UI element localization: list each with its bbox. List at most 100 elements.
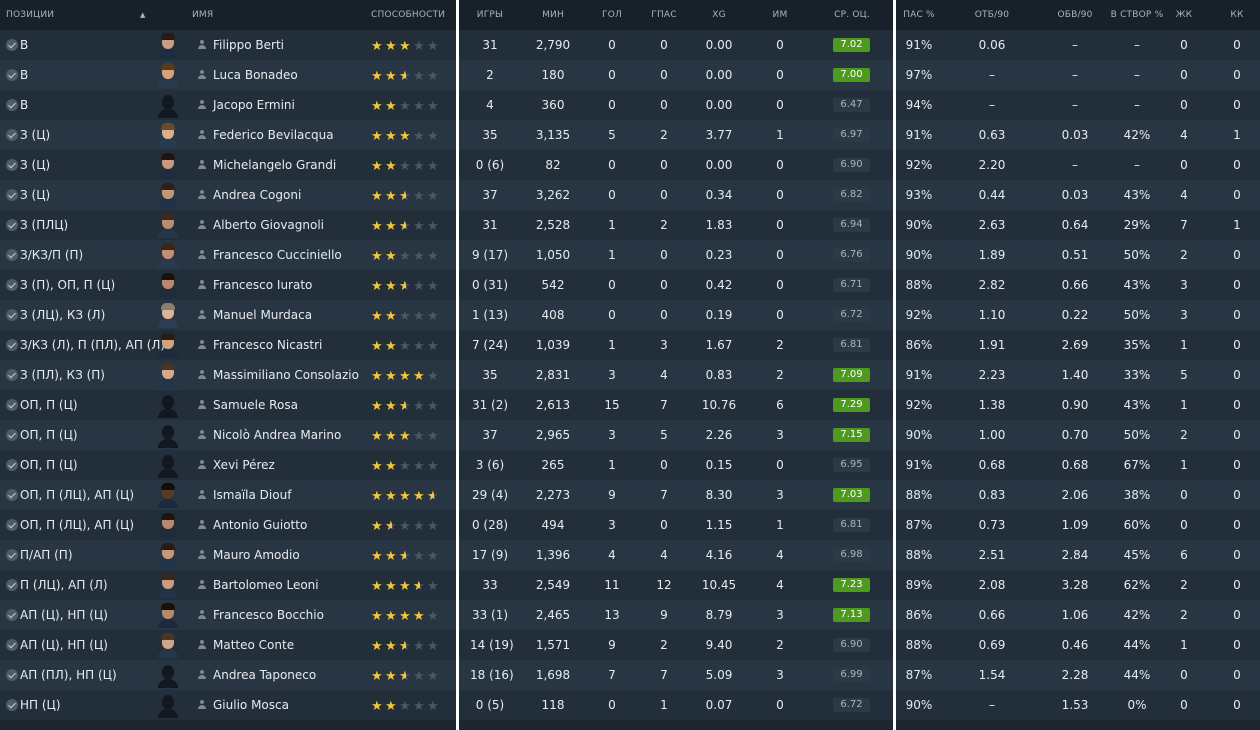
select-checkbox[interactable] <box>6 699 18 711</box>
table-row[interactable]: З (ПЛЦ) Alberto Giovagnoli ★ ★ ★ ★ ★ ★ 31 2,528 1 2… <box>0 210 1260 240</box>
table-row[interactable]: ОП, П (Ц) Xevi Pérez ★ ★ ★ ★ ★ 3 (6) 265 1 0 0.15 0 9… <box>0 450 1260 480</box>
header-tackles-90[interactable]: ОТБ/90 <box>970 0 1014 30</box>
header-apps[interactable]: ИГРЫ <box>470 0 510 30</box>
select-checkbox[interactable] <box>6 579 18 591</box>
sort-ascending-icon[interactable]: ▲ <box>140 0 146 30</box>
table-row[interactable]: В Filippo Berti ★ ★ ★ ★ ★ 31 2,790 0 0 0.00 0 91% 0.06… <box>0 30 1260 60</box>
header-goals[interactable]: ГОЛ <box>597 0 627 30</box>
player-name[interactable]: Ismaïla Diouf <box>213 480 291 510</box>
select-checkbox[interactable] <box>6 549 18 561</box>
select-checkbox[interactable] <box>6 669 18 681</box>
player-name[interactable]: Manuel Murdaca <box>213 300 312 330</box>
red-cards-cell: 0 <box>1233 518 1241 532</box>
player-name[interactable]: Michelangelo Grandi <box>213 150 336 180</box>
select-checkbox[interactable] <box>6 99 18 111</box>
select-checkbox[interactable] <box>6 609 18 621</box>
player-photo <box>155 182 181 208</box>
header-pom[interactable]: ИМ <box>765 0 795 30</box>
table-row[interactable]: АП (ПЛ), НП (Ц) Andrea Taponeco ★ ★ ★ ★ ★ ★ 18 (… <box>0 660 1260 690</box>
table-row[interactable]: АП (Ц), НП (Ц) Francesco Bocchio ★ ★ ★ ★ ★ 33 (… <box>0 600 1260 630</box>
person-icon <box>197 580 207 590</box>
table-row[interactable]: ОП, П (Ц) Samuele Rosa ★ ★ ★ ★ ★ ★ 31 (2) 2,613 15… <box>0 390 1260 420</box>
select-checkbox[interactable] <box>6 309 18 321</box>
table-row[interactable]: ОП, П (ЛЦ), АП (Ц) Ismaïla Diouf ★ ★ ★ ★ ★ ★ 29 … <box>0 480 1260 510</box>
player-name[interactable]: Francesco Iurato <box>213 270 312 300</box>
player-name[interactable]: Andrea Taponeco <box>213 660 316 690</box>
select-checkbox[interactable] <box>6 339 18 351</box>
star-empty-icon: ★ <box>413 129 425 144</box>
player-name[interactable]: Federico Bevilacqua <box>213 120 334 150</box>
player-name[interactable]: Samuele Rosa <box>213 390 298 420</box>
red-cards-cell: 0 <box>1233 278 1241 292</box>
header-avg-rating[interactable]: СР. ОЦ. <box>828 0 876 30</box>
player-name[interactable]: Nicolò Andrea Marino <box>213 420 341 450</box>
table-row[interactable]: З (Ц) Andrea Cogoni ★ ★ ★ ★ ★ ★ 37 3,262 0 0 0.34 0 93… <box>0 180 1260 210</box>
table-row[interactable]: З (ЛЦ), КЗ (Л) Manuel Murdaca ★ ★ ★ ★ ★ 1 (13) 4… <box>0 300 1260 330</box>
player-name[interactable]: Bartolomeo Leoni <box>213 570 319 600</box>
player-name[interactable]: Giulio Mosca <box>213 690 289 720</box>
table-row[interactable]: В Jacopo Ermini ★ ★ ★ ★ ★ 4 360 0 0 0.00 0 94% – – –0 0 6.… <box>0 90 1260 120</box>
select-checkbox[interactable] <box>6 519 18 531</box>
player-name[interactable]: Massimiliano Consolazio <box>213 360 359 390</box>
select-checkbox[interactable] <box>6 249 18 261</box>
player-name[interactable]: Xevi Pérez <box>213 450 275 480</box>
table-row[interactable]: П/АП (П) Mauro Amodio ★ ★ ★ ★ ★ ★ 17 (9) 1,396 4 4 4… <box>0 540 1260 570</box>
header-pass-pct[interactable]: ПАС % <box>898 0 940 30</box>
table-row[interactable]: П (ЛЦ), АП (Л) Bartolomeo Leoni ★ ★ ★ ★ ★ ★ 33 2,… <box>0 570 1260 600</box>
select-checkbox[interactable] <box>6 639 18 651</box>
table-row[interactable]: З/КЗ (Л), П (ПЛ), АП (Л) Francesco Nicast… <box>0 330 1260 360</box>
shots-on-target-cell: 29% <box>1123 218 1151 232</box>
header-assists[interactable]: ГПАС <box>644 0 684 30</box>
player-name[interactable]: Filippo Berti <box>213 30 284 60</box>
table-row[interactable]: З/КЗ/П (П) Francesco Cucciniello ★ ★ ★ ★ ★ 9 (1… <box>0 240 1260 270</box>
select-checkbox[interactable] <box>6 69 18 81</box>
select-checkbox[interactable] <box>6 189 18 201</box>
star-empty-icon: ★ <box>399 309 411 324</box>
star-full-icon: ★ <box>385 159 397 174</box>
star-full-icon: ★ <box>385 99 397 114</box>
player-name[interactable]: Matteo Conte <box>213 630 294 660</box>
table-row[interactable]: НП (Ц) Giulio Mosca ★ ★ ★ ★ ★ 0 (5) 118 0 1 0.07 0 90… <box>0 690 1260 720</box>
player-name[interactable]: Jacopo Ermini <box>213 90 295 120</box>
select-checkbox[interactable] <box>6 399 18 411</box>
player-name[interactable]: Francesco Cucciniello <box>213 240 342 270</box>
table-row[interactable]: ОП, П (ЛЦ), АП (Ц) Antonio Guiotto ★ ★ ★ ★ ★ ★ 0… <box>0 510 1260 540</box>
select-checkbox[interactable] <box>6 459 18 471</box>
header-red-cards[interactable]: КК <box>1226 0 1248 30</box>
header-name[interactable]: ИМЯ <box>192 0 213 30</box>
person-icon <box>197 340 207 350</box>
select-checkbox[interactable] <box>6 219 18 231</box>
select-checkbox[interactable] <box>6 159 18 171</box>
player-name[interactable]: Andrea Cogoni <box>213 180 301 210</box>
table-row[interactable]: АП (Ц), НП (Ц) Matteo Conte ★ ★ ★ ★ ★ ★ 14 (19) 1… <box>0 630 1260 660</box>
header-xg[interactable]: XG <box>699 0 739 30</box>
player-name[interactable]: Luca Bonadeo <box>213 60 298 90</box>
header-mins[interactable]: МИН <box>528 0 578 30</box>
avg-rating-badge: 7.03 <box>833 488 870 502</box>
select-checkbox[interactable] <box>6 279 18 291</box>
player-name[interactable]: Francesco Bocchio <box>213 600 324 630</box>
select-checkbox[interactable] <box>6 39 18 51</box>
player-name[interactable]: Mauro Amodio <box>213 540 300 570</box>
header-dribbles-90[interactable]: ОБВ/90 <box>1053 0 1097 30</box>
select-checkbox[interactable] <box>6 429 18 441</box>
table-row[interactable]: З (ПЛ), КЗ (П) Massimiliano Consolazio ★ ★ ★… <box>0 360 1260 390</box>
player-name[interactable]: Alberto Giovagnoli <box>213 210 324 240</box>
header-yellow-cards[interactable]: ЖК <box>1173 0 1195 30</box>
person-icon <box>197 280 207 290</box>
dribbles-90-cell: 2.28 <box>1061 668 1089 682</box>
table-row[interactable]: ОП, П (Ц) Nicolò Andrea Marino ★ ★ ★ ★ ★ 37 2,96… <box>0 420 1260 450</box>
assists-cell: 7 <box>660 668 668 682</box>
table-row[interactable]: З (Ц) Michelangelo Grandi ★ ★ ★ ★ ★ 0 (6) 82 0 0 0.… <box>0 150 1260 180</box>
select-checkbox[interactable] <box>6 369 18 381</box>
header-ability[interactable]: СПОСОБНОСТИ <box>371 0 445 30</box>
select-checkbox[interactable] <box>6 489 18 501</box>
player-name[interactable]: Antonio Guiotto <box>213 510 307 540</box>
select-checkbox[interactable] <box>6 129 18 141</box>
header-positions[interactable]: ПОЗИЦИИ <box>6 0 54 30</box>
table-row[interactable]: З (Ц) Federico Bevilacqua ★ ★ ★ ★ ★ 35 3,135 5 2 3.… <box>0 120 1260 150</box>
player-name[interactable]: Francesco Nicastri <box>213 330 322 360</box>
header-shots-on-target-pct[interactable]: В СТВОР % <box>1107 0 1167 30</box>
table-row[interactable]: З (П), ОП, П (Ц) Francesco Iurato ★ ★ ★ ★ ★ ★ 0 … <box>0 270 1260 300</box>
table-row[interactable]: В Luca Bonadeo ★ ★ ★ ★ ★ ★ 2 180 0 0 0.00 0 97% – – –0 0 7.… <box>0 60 1260 90</box>
